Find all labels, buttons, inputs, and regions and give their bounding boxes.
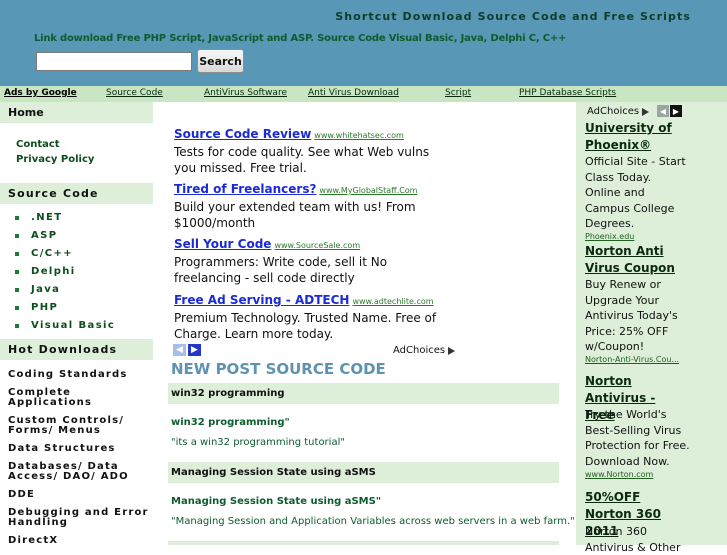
ad-link-anti-virus-download[interactable]: Anti Virus Download xyxy=(308,88,399,98)
sidebar-item-label: Delphi xyxy=(31,266,76,277)
ad-item[interactable]: Tired of Freelancers? www.MyGlobalStaff.C… xyxy=(174,178,452,231)
hot-item-custom-controls[interactable]: Custom Controls/ Forms/ Menus xyxy=(8,416,153,436)
ad-description: Programmers: Write code, sell it No free… xyxy=(174,255,388,285)
bullet-icon xyxy=(15,251,19,256)
post-link[interactable]: win32 programming" xyxy=(171,417,290,428)
post-header: win32 programming xyxy=(168,383,559,404)
ad-link-php-database-scripts[interactable]: PHP Database Scripts xyxy=(519,88,616,98)
ad-title[interactable]: Free Ad Serving - ADTECH xyxy=(174,293,349,307)
sidebar-item-label: ASP xyxy=(31,230,58,241)
adchoices-link[interactable]: AdChoices xyxy=(587,106,650,117)
adchoices-label: AdChoices xyxy=(393,345,446,356)
ad-title[interactable]: Tired of Freelancers? xyxy=(174,182,316,196)
bullet-icon xyxy=(15,305,19,310)
site-tagline: Link download Free PHP Script, JavaScrip… xyxy=(34,33,567,44)
right-ad-description: Try the World's Best-Selling Virus Prote… xyxy=(585,408,690,468)
site-header: Shortcut Download Source Code and Free S… xyxy=(0,0,727,86)
adchoices-link[interactable]: AdChoices xyxy=(393,345,456,356)
sidebar-item-label: Java xyxy=(31,284,61,295)
right-ad-url[interactable]: Phoenix.edu xyxy=(585,232,634,241)
ad-url[interactable]: www.SourceSale.com xyxy=(274,241,360,250)
left-sidebar: Home Contact Privacy Policy Source Code … xyxy=(0,102,153,546)
ad-item[interactable]: Source Code Review www.whitehatsec.com Te… xyxy=(174,123,452,176)
ad-prev-icon[interactable]: ◀ xyxy=(657,105,669,117)
sidebar-item-label: .NET xyxy=(31,212,63,223)
ad-item[interactable]: Sell Your Code www.SourceSale.com Program… xyxy=(174,233,452,286)
bullet-icon xyxy=(15,233,19,238)
bullet-icon xyxy=(15,215,19,220)
center-ad-unit: Source Code Review www.whitehatsec.com Te… xyxy=(170,119,457,359)
site-title[interactable]: Shortcut Download Source Code and Free S… xyxy=(335,10,691,23)
sidebar-item-c-cpp[interactable]: C/C++ xyxy=(15,248,73,259)
ad-description: Tests for code quality. See what Web vul… xyxy=(174,145,430,175)
bullet-icon xyxy=(15,287,19,292)
sidebar-item-asp[interactable]: ASP xyxy=(15,230,57,241)
section-title: NEW POST SOURCE CODE xyxy=(171,360,386,378)
post-link[interactable]: Managing Session State using aSMS" xyxy=(171,496,381,507)
sidebar-item-delphi[interactable]: Delphi xyxy=(15,266,76,277)
right-ad-description: Norton 360 Antivirus & Other xyxy=(585,525,681,554)
bullet-icon xyxy=(15,323,19,328)
ad-url[interactable]: www.whitehatsec.com xyxy=(314,131,404,140)
ads-by-google-link[interactable]: Ads by Google xyxy=(4,88,77,98)
right-ad-description: Buy Renew or Upgrade Your Antivirus Toda… xyxy=(585,278,678,353)
hot-item-data-structures[interactable]: Data Structures xyxy=(8,444,153,454)
ad-link-source-code[interactable]: Source Code xyxy=(106,88,163,98)
bullet-icon xyxy=(15,269,19,274)
adchoices-icon xyxy=(642,107,650,116)
hot-item-dde[interactable]: DDE xyxy=(8,490,153,500)
hot-item-complete-applications[interactable]: Complete Applications xyxy=(8,388,153,408)
ad-link-script[interactable]: Script xyxy=(445,88,471,98)
right-ad-column: AdChoices ◀ ▶ University of Phoenix® Off… xyxy=(576,102,727,554)
hot-item-debugging[interactable]: Debugging and Error Handling xyxy=(8,508,153,528)
ad-item[interactable]: Free Ad Serving - ADTECH www.adtechlite.c… xyxy=(174,289,452,342)
hot-item-databases[interactable]: Databases/ Data Access/ DAO/ ADO xyxy=(8,462,153,482)
right-ad-title[interactable]: University of Phoenix® xyxy=(585,120,685,154)
sidebar-heading-hot-downloads: Hot Downloads xyxy=(0,339,153,360)
ad-description: Build your extended team with us! From $… xyxy=(174,200,416,230)
sidebar-item-privacy-policy[interactable]: Privacy Policy xyxy=(16,154,94,165)
right-ad-url[interactable]: Norton-Anti-Virus.Cou... xyxy=(585,355,679,364)
sidebar-item-visual-basic[interactable]: Visual Basic xyxy=(15,320,115,331)
ad-prev-icon[interactable]: ◀ xyxy=(173,344,186,356)
sidebar-home[interactable]: Home xyxy=(0,102,153,123)
sidebar-item-contact[interactable]: Contact xyxy=(16,139,60,150)
ad-description: Premium Technology. Trusted Name. Free o… xyxy=(174,311,437,341)
ad-title[interactable]: Sell Your Code xyxy=(174,237,271,251)
sidebar-heading-source-code: Source Code xyxy=(0,183,153,204)
sidebar-item-php[interactable]: PHP xyxy=(15,302,58,313)
ad-url[interactable]: www.MyGlobalStaff.Com xyxy=(319,186,417,195)
hot-item-coding-standards[interactable]: Coding Standards xyxy=(8,370,153,380)
ad-next-icon[interactable]: ▶ xyxy=(188,344,201,356)
ad-next-icon[interactable]: ▶ xyxy=(670,105,682,117)
right-ad-url[interactable]: www.Norton.com xyxy=(585,470,653,479)
sidebar-item-label: C/C++ xyxy=(31,248,74,259)
right-ad-description: Official Site - Start Class Today. Onlin… xyxy=(585,155,686,230)
adchoices-icon xyxy=(448,346,456,355)
post-description: "Managing Session and Application Variab… xyxy=(171,516,575,527)
post-header: Managing Session State using aSMS xyxy=(168,462,559,483)
ad-links-bar: Ads by Google Source Code AntiVirus Soft… xyxy=(0,86,727,102)
search-input[interactable] xyxy=(36,52,192,71)
post-header xyxy=(168,541,559,545)
search-button[interactable]: Search xyxy=(197,49,244,73)
ad-link-antivirus-software[interactable]: AntiVirus Software xyxy=(204,88,287,98)
sidebar-item-dotnet[interactable]: .NET xyxy=(15,212,62,223)
sidebar-item-label: PHP xyxy=(31,302,59,313)
ad-url[interactable]: www.adtechlite.com xyxy=(352,297,433,306)
sidebar-item-java[interactable]: Java xyxy=(15,284,60,295)
post-description: "its a win32 programming tutorial" xyxy=(171,437,345,448)
adchoices-label: AdChoices xyxy=(587,106,640,117)
right-ad-title[interactable]: Norton Anti Virus Coupon xyxy=(585,243,685,277)
ad-title[interactable]: Source Code Review xyxy=(174,127,311,141)
sidebar-item-label: Visual Basic xyxy=(31,320,116,331)
